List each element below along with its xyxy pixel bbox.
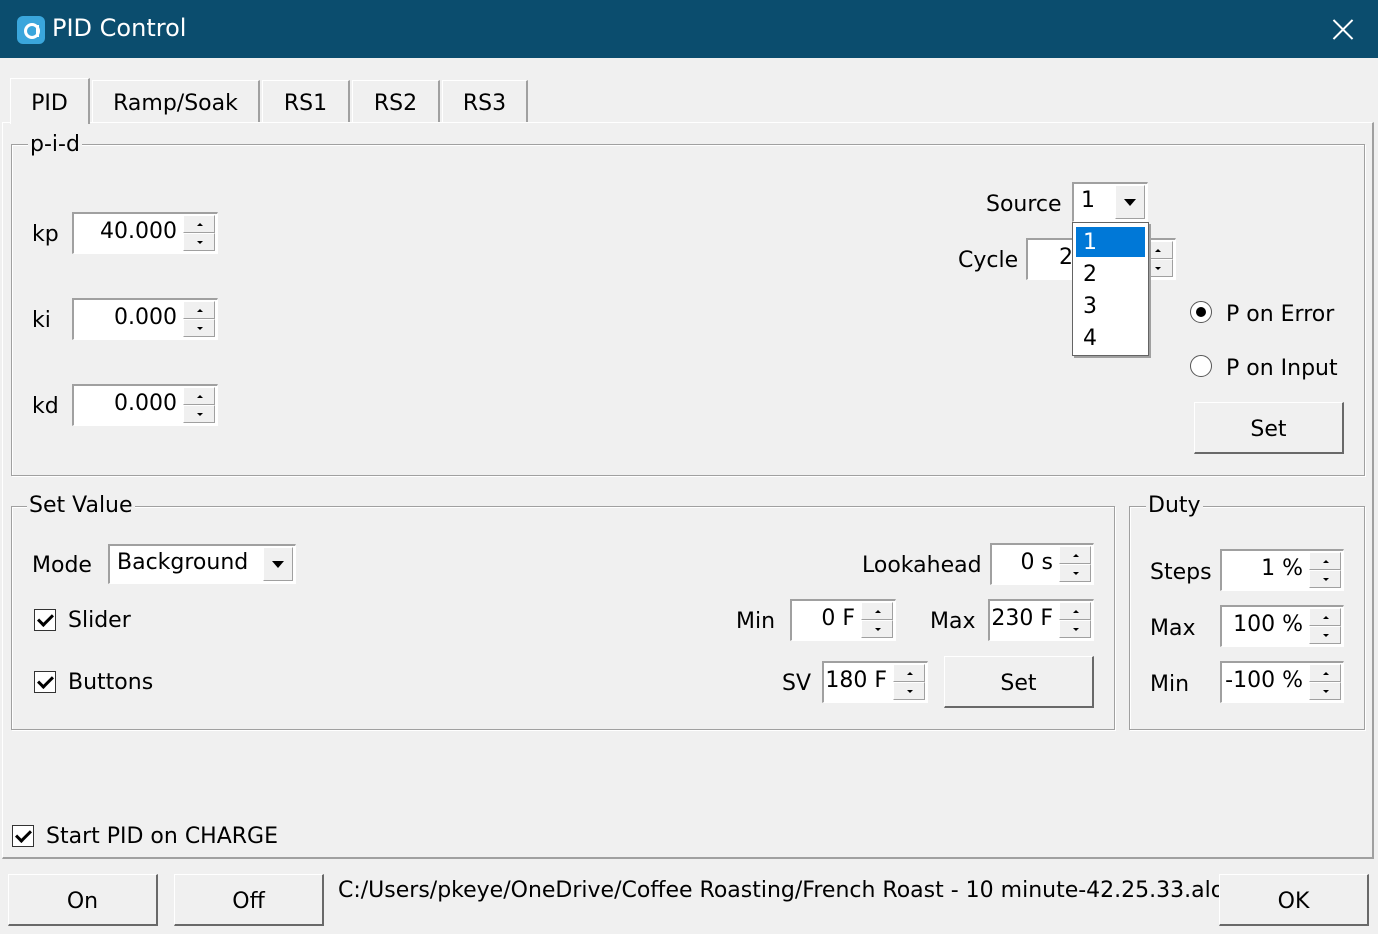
spin-down-icon[interactable]: [1059, 620, 1091, 638]
spin-down-icon[interactable]: [183, 405, 215, 423]
ok-button[interactable]: OK: [1219, 874, 1369, 926]
close-icon[interactable]: [1322, 10, 1364, 50]
spin-up-icon[interactable]: [1309, 552, 1341, 570]
spin-up-icon[interactable]: [1059, 546, 1091, 564]
spin-up-icon[interactable]: [1309, 608, 1341, 626]
ki-value: 0.000: [114, 305, 177, 330]
duty-max-value: 100 %: [1233, 612, 1303, 637]
sv-label: SV: [782, 671, 812, 696]
sv-spinbox[interactable]: 180 F: [822, 661, 928, 703]
pid-set-button[interactable]: Set: [1194, 402, 1344, 454]
kd-value: 0.000: [114, 391, 177, 416]
spin-down-icon[interactable]: [1309, 626, 1341, 644]
cycle-label: Cycle: [958, 248, 1019, 273]
duty-group-title: Duty: [1146, 493, 1203, 518]
set-value-group-title: Set Value: [27, 493, 135, 518]
pid-group-title: p-i-d: [28, 132, 82, 157]
kp-spinbox[interactable]: 40.000: [72, 212, 218, 254]
lookahead-value: 0 s: [1020, 550, 1053, 575]
app-icon: [17, 16, 45, 44]
off-button[interactable]: Off: [174, 874, 324, 926]
sv-value: 180 F: [825, 668, 887, 693]
slider-checkbox[interactable]: [34, 609, 56, 631]
p-on-input-radio[interactable]: [1190, 355, 1212, 377]
duty-max-label: Max: [1150, 616, 1196, 641]
tab-ramp-soak[interactable]: Ramp/Soak: [92, 80, 260, 122]
max-label: Max: [930, 609, 976, 634]
lookahead-spinbox[interactable]: 0 s: [990, 543, 1094, 585]
on-button[interactable]: On: [8, 874, 158, 926]
start-pid-on-charge-label: Start PID on CHARGE: [46, 824, 279, 849]
lookahead-label: Lookahead: [862, 553, 982, 578]
max-spinbox[interactable]: 230 F: [988, 599, 1094, 641]
chevron-down-icon[interactable]: [263, 547, 293, 581]
p-on-error-radio[interactable]: [1190, 301, 1212, 323]
spin-down-icon[interactable]: [183, 233, 215, 251]
list-item[interactable]: 3: [1076, 291, 1145, 321]
kp-label: kp: [32, 222, 59, 247]
buttons-checkbox[interactable]: [34, 671, 56, 693]
spin-down-icon[interactable]: [183, 319, 215, 337]
kp-value: 40.000: [100, 219, 177, 244]
tab-pid[interactable]: PID: [10, 78, 90, 124]
kd-label: kd: [32, 394, 59, 419]
duty-min-spinbox[interactable]: -100 %: [1220, 661, 1344, 703]
spin-up-icon[interactable]: [183, 215, 215, 233]
source-label: Source: [986, 192, 1062, 217]
list-item[interactable]: 2: [1076, 259, 1145, 289]
source-combobox[interactable]: 1: [1072, 182, 1148, 222]
kd-spinbox[interactable]: 0.000: [72, 384, 218, 426]
min-value: 0 F: [821, 606, 855, 631]
max-value: 230 F: [991, 606, 1053, 631]
duty-steps-value: 1 %: [1261, 556, 1303, 581]
spin-up-icon[interactable]: [183, 301, 215, 319]
ki-label: ki: [32, 308, 51, 333]
spin-down-icon[interactable]: [1309, 570, 1341, 588]
spin-down-icon[interactable]: [1309, 682, 1341, 700]
cycle-value: 2: [1059, 245, 1073, 270]
min-spinbox[interactable]: 0 F: [790, 599, 896, 641]
list-item[interactable]: 1: [1076, 227, 1145, 257]
list-item[interactable]: 4: [1076, 323, 1145, 353]
duty-min-value: -100 %: [1225, 668, 1303, 693]
p-on-input-label: P on Input: [1226, 356, 1338, 381]
title-bar: PID Control: [0, 0, 1378, 58]
p-on-error-label: P on Error: [1226, 302, 1335, 327]
spin-up-icon[interactable]: [1309, 664, 1341, 682]
spin-up-icon[interactable]: [183, 387, 215, 405]
chevron-down-icon[interactable]: [1115, 185, 1145, 219]
spin-up-icon[interactable]: [893, 664, 925, 682]
buttons-label: Buttons: [68, 670, 154, 695]
duty-max-spinbox[interactable]: 100 %: [1220, 605, 1344, 647]
tab-rs2[interactable]: RS2: [352, 80, 440, 122]
sv-set-button[interactable]: Set: [944, 656, 1094, 708]
spin-up-icon[interactable]: [1059, 602, 1091, 620]
min-label: Min: [736, 609, 776, 634]
duty-steps-spinbox[interactable]: 1 %: [1220, 549, 1344, 591]
start-pid-on-charge-checkbox[interactable]: [12, 825, 34, 847]
ki-spinbox[interactable]: 0.000: [72, 298, 218, 340]
duty-min-label: Min: [1150, 672, 1190, 697]
spin-down-icon[interactable]: [861, 620, 893, 638]
window-title: PID Control: [52, 14, 187, 42]
mode-label: Mode: [32, 553, 92, 578]
spin-down-icon[interactable]: [893, 682, 925, 700]
duty-steps-label: Steps: [1150, 560, 1212, 585]
file-path-text: C:/Users/pkeye/OneDrive/Coffee Roasting/…: [338, 878, 1239, 903]
source-dropdown-list[interactable]: 1 2 3 4: [1072, 222, 1149, 356]
spin-up-icon[interactable]: [861, 602, 893, 620]
slider-label: Slider: [68, 608, 131, 633]
tab-rs3[interactable]: RS3: [442, 80, 528, 122]
tab-rs1[interactable]: RS1: [262, 80, 350, 122]
source-value: 1: [1081, 188, 1095, 213]
mode-value: Background: [117, 550, 249, 575]
mode-combobox[interactable]: Background: [108, 544, 296, 584]
spin-down-icon[interactable]: [1059, 564, 1091, 582]
